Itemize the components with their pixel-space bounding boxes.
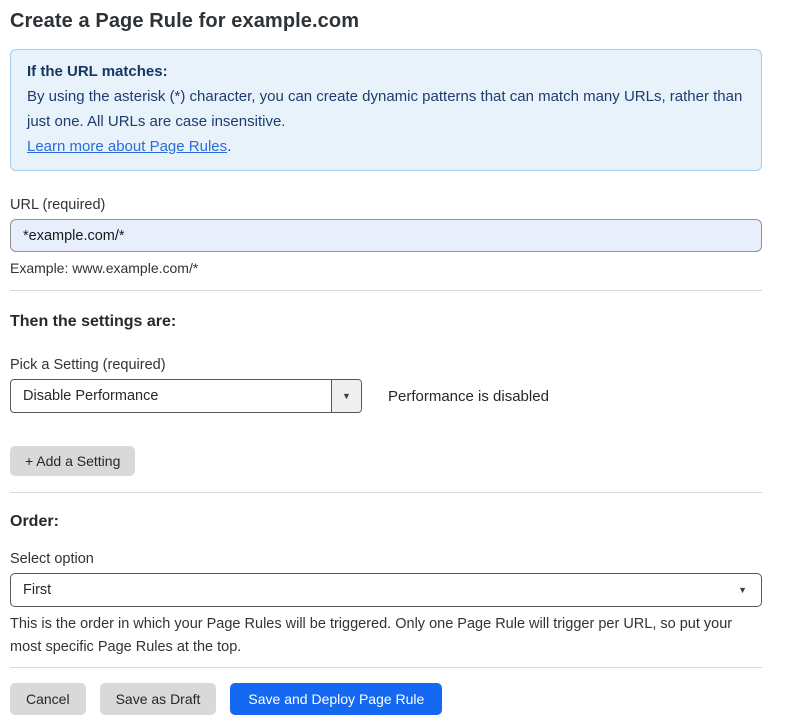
- info-box-heading: If the URL matches:: [27, 59, 745, 84]
- setting-select[interactable]: Disable Performance ▼: [10, 379, 362, 413]
- chevron-down-icon: ▼: [738, 586, 747, 595]
- info-box-body: By using the asterisk (*) character, you…: [27, 84, 745, 134]
- setting-select-arrow-button[interactable]: ▼: [331, 380, 361, 412]
- order-select-label: Select option: [10, 551, 762, 567]
- url-field-label: URL (required): [10, 197, 762, 213]
- order-help-text: This is the order in which your Page Rul…: [10, 613, 752, 659]
- section-divider: [10, 290, 762, 291]
- footer-divider: [10, 667, 762, 668]
- page-rule-form: Create a Page Rule for example.com If th…: [10, 10, 762, 715]
- setting-select-value: Disable Performance: [11, 380, 331, 412]
- page-title: Create a Page Rule for example.com: [10, 10, 762, 33]
- url-match-info-box: If the URL matches: By using the asteris…: [10, 49, 762, 171]
- settings-section-heading: Then the settings are:: [10, 313, 762, 331]
- chevron-down-icon: ▼: [342, 392, 351, 401]
- url-input[interactable]: [10, 219, 762, 252]
- add-setting-button[interactable]: + Add a Setting: [10, 446, 135, 476]
- save-deploy-button[interactable]: Save and Deploy Page Rule: [230, 683, 442, 715]
- info-box-link-line: Learn more about Page Rules.: [27, 134, 745, 159]
- footer-button-row: Cancel Save as Draft Save and Deploy Pag…: [10, 683, 762, 715]
- order-select[interactable]: First ▼: [10, 573, 762, 607]
- section-divider: [10, 492, 762, 493]
- link-period: .: [227, 138, 231, 155]
- learn-more-link[interactable]: Learn more about Page Rules: [27, 138, 227, 155]
- order-select-value: First: [23, 582, 51, 598]
- cancel-button[interactable]: Cancel: [10, 683, 86, 715]
- order-section-heading: Order:: [10, 513, 762, 531]
- pick-setting-label: Pick a Setting (required): [10, 357, 762, 373]
- save-draft-button[interactable]: Save as Draft: [100, 683, 217, 715]
- setting-status-text: Performance is disabled: [388, 388, 549, 405]
- url-example-text: Example: www.example.com/*: [10, 260, 762, 276]
- setting-row: Disable Performance ▼ Performance is dis…: [10, 379, 762, 413]
